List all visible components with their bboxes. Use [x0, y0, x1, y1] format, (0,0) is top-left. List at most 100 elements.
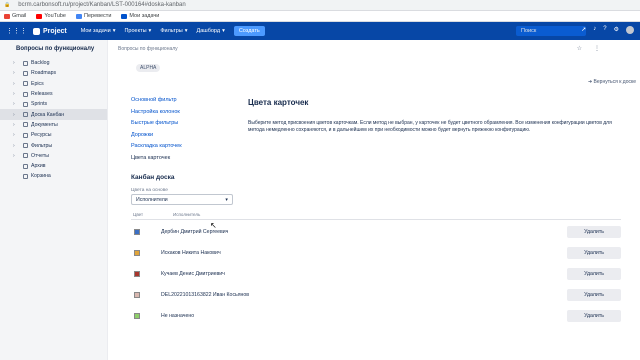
create-button[interactable]: Создать: [233, 26, 265, 36]
sidebar-title: Вопросы по функционалу: [16, 46, 95, 52]
chevron-right-icon[interactable]: ›: [13, 101, 15, 107]
sidebar-item-label: Backlog: [31, 60, 50, 67]
star-icon[interactable]: ☆: [577, 45, 582, 52]
sidebar-item[interactable]: › Epics: [0, 79, 107, 89]
page-icon: [23, 112, 28, 118]
page-icon: [23, 143, 28, 149]
assignee-name: DEL20221013163822 Иван Косьянов: [161, 292, 250, 298]
sidebar-item-label: Отчеты: [31, 152, 49, 159]
settings-icon[interactable]: ⚙: [614, 26, 619, 34]
color-scheme-select[interactable]: Исполнители ▾: [131, 194, 233, 205]
sidebar-item[interactable]: Корзина: [0, 171, 107, 181]
bookmarks-bar: Gmail YouTube Перевести Мои задачи: [0, 11, 640, 22]
project-icon: [121, 13, 128, 19]
help-icon[interactable]: ?: [603, 26, 606, 34]
column-header-color: Цвет: [133, 212, 144, 217]
sidebar-item[interactable]: › Документы: [0, 120, 107, 130]
nav-icons: ➚ ♪ ? ⚙: [581, 26, 634, 34]
sidebar-item-label: Документы: [31, 121, 58, 128]
settings-nav-item[interactable]: Быстрые фильтры: [131, 120, 182, 132]
divider: [131, 219, 621, 220]
settings-nav-item[interactable]: Раскладка карточек: [131, 143, 182, 155]
settings-nav-item[interactable]: Основной фильтр: [131, 97, 182, 109]
page-icon: [23, 173, 28, 179]
settings-nav: Основной фильтр Настройка колонок Быстрые …: [131, 97, 182, 166]
alpha-badge: ALPHA: [136, 64, 161, 72]
sidebar-item[interactable]: › Backlog: [0, 58, 107, 68]
delete-button[interactable]: Удалить: [567, 289, 621, 301]
settings-nav-item[interactable]: Цвета карточек: [131, 155, 182, 167]
color-swatch[interactable]: [134, 292, 140, 298]
color-swatch[interactable]: [134, 271, 140, 277]
chevron-right-icon[interactable]: ›: [13, 81, 15, 87]
board-title: Канбан доска: [131, 174, 175, 181]
nav-filters[interactable]: Фильтры ▾: [160, 28, 187, 34]
chevron-right-icon[interactable]: ›: [13, 153, 15, 159]
nav-dashboard[interactable]: Дашборд ▾: [197, 28, 225, 34]
bookmark-translate[interactable]: Перевести: [76, 13, 111, 19]
color-swatch[interactable]: [134, 313, 140, 319]
settings-nav-item[interactable]: Настройка колонок: [131, 109, 182, 121]
sidebar-item-label: Доска Канбан: [31, 111, 65, 118]
assignee-name: Искаков Никита Накович: [161, 250, 221, 256]
logo-icon: [33, 27, 40, 35]
translate-icon: [76, 13, 82, 19]
color-swatch[interactable]: [134, 229, 140, 235]
sidebar-item[interactable]: › Releases: [0, 89, 107, 99]
table-row: Кучаев Денис Дмитриевич Удалить: [131, 265, 621, 286]
more-icon[interactable]: ⋮: [594, 45, 600, 52]
sidebar-item[interactable]: › Фильтры: [0, 140, 107, 150]
table-row: Дербин Дмитрий Сергеевич Удалить: [131, 223, 621, 244]
gmail-icon: [4, 13, 10, 19]
search-input[interactable]: Поиск: [516, 26, 586, 36]
bookmark-gmail[interactable]: Gmail: [4, 13, 26, 19]
sidebar-item[interactable]: › Sprints: [0, 99, 107, 109]
chevron-down-icon: ▾: [112, 28, 116, 34]
sidebar-item[interactable]: › Ресурсы: [0, 130, 107, 140]
page-icon: [23, 122, 28, 128]
delete-button[interactable]: Удалить: [567, 247, 621, 259]
color-scheme-label: Цвета на основе: [131, 188, 168, 193]
chevron-down-icon: ▾: [222, 28, 225, 34]
avatar[interactable]: [626, 26, 634, 34]
sidebar-item-label: Архив: [31, 163, 46, 170]
chevron-right-icon[interactable]: ›: [13, 132, 15, 138]
section-description: Выберите метод присвоения цветов карточк…: [248, 120, 612, 133]
chevron-right-icon[interactable]: ›: [13, 60, 15, 66]
chevron-right-icon[interactable]: ›: [13, 143, 15, 149]
nav-my-tasks[interactable]: Мои задачи ▾: [81, 28, 116, 34]
brand[interactable]: Project: [33, 27, 67, 35]
delete-button[interactable]: Удалить: [567, 268, 621, 280]
sidebar-item-label: Sprints: [31, 101, 48, 108]
chevron-down-icon: ▾: [184, 28, 188, 34]
settings-nav-item[interactable]: Дорожки: [131, 132, 182, 144]
bookmark-my-tasks[interactable]: Мои задачи: [121, 13, 159, 19]
page-icon: [23, 60, 28, 66]
url-text[interactable]: bcrm.carbonsoft.ru/project/Kanban/LST-00…: [18, 2, 185, 8]
sidebar-item[interactable]: › Roadmaps: [0, 68, 107, 78]
delete-button[interactable]: Удалить: [567, 226, 621, 238]
back-to-board-link[interactable]: ➜ Вернуться к доске: [588, 79, 636, 85]
browser-address-bar[interactable]: 🔒 bcrm.carbonsoft.ru/project/Kanban/LST-…: [0, 0, 640, 11]
section-title: Цвета карточек: [248, 98, 309, 107]
rocket-icon[interactable]: ➚: [581, 26, 586, 34]
assignee-name: Не назначено: [161, 313, 195, 319]
sidebar-item[interactable]: › Доска Канбан: [0, 109, 107, 120]
app-switcher-icon[interactable]: ⋮⋮⋮: [6, 27, 27, 35]
sidebar-item[interactable]: › Отчеты: [0, 151, 107, 161]
bookmark-youtube[interactable]: YouTube: [36, 13, 66, 19]
nav-projects[interactable]: Проекты ▾: [124, 28, 151, 34]
table-row: DEL20221013163822 Иван Косьянов Удалить: [131, 286, 621, 307]
lock-icon: 🔒: [4, 2, 11, 8]
delete-button[interactable]: Удалить: [567, 310, 621, 322]
sidebar-item[interactable]: Архив: [0, 161, 107, 171]
chevron-right-icon[interactable]: ›: [13, 70, 15, 76]
chevron-right-icon[interactable]: ›: [13, 91, 15, 97]
column-header-user: Исполнитель: [173, 212, 201, 217]
mouse-cursor-icon: ↖: [210, 221, 217, 230]
chevron-right-icon[interactable]: ›: [13, 112, 15, 118]
color-swatch[interactable]: [134, 250, 140, 256]
breadcrumb[interactable]: Вопросы по функционалу: [118, 46, 178, 52]
chevron-right-icon[interactable]: ›: [13, 122, 15, 128]
bell-icon[interactable]: ♪: [593, 26, 596, 34]
